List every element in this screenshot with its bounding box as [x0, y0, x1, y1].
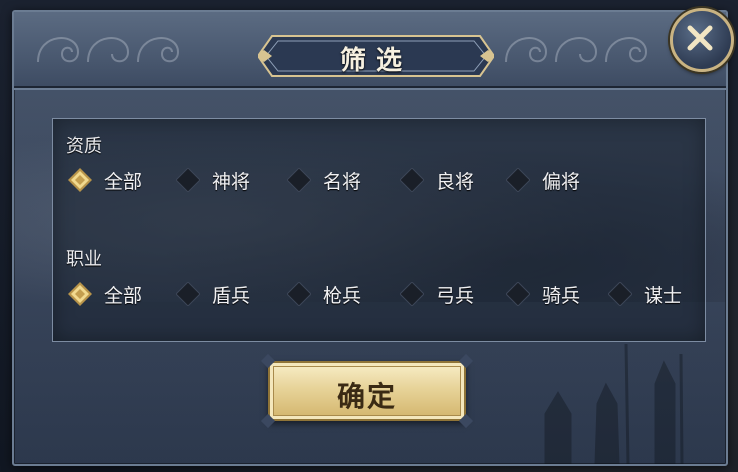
diamond-unselected-icon — [608, 282, 632, 306]
option-label: 全部 — [104, 284, 143, 307]
option-label: 盾兵 — [212, 284, 251, 307]
option-label: 骑兵 — [542, 284, 581, 307]
option-label: 偏将 — [542, 170, 581, 193]
dialog-title: 筛选 — [339, 46, 412, 76]
swirl-ornament-left-icon — [37, 37, 180, 63]
quality-section-label: 资质 — [66, 136, 102, 157]
profession-option-shield[interactable]: 盾兵 — [176, 279, 250, 309]
swirl-ornament-right-icon — [505, 37, 648, 63]
confirm-button[interactable]: 确定 — [260, 353, 474, 429]
option-label: 良将 — [436, 170, 475, 193]
close-x-icon — [687, 25, 713, 51]
option-label: 谋士 — [644, 284, 683, 307]
profession-option-cavalry[interactable]: 骑兵 — [506, 279, 580, 309]
soldier-silhouette-icon — [544, 343, 684, 464]
option-label: 名将 — [323, 170, 362, 193]
title-plate: 筛选 — [258, 32, 494, 80]
profession-option-bow[interactable]: 弓兵 — [400, 279, 474, 309]
diamond-unselected-icon — [176, 282, 200, 306]
diamond-selected-icon — [68, 168, 92, 192]
quality-option-good[interactable]: 良将 — [400, 165, 474, 195]
profession-option-all[interactable]: 全部 — [68, 279, 142, 309]
diamond-unselected-icon — [400, 168, 424, 192]
quality-option-divine[interactable]: 神将 — [176, 165, 250, 195]
quality-option-minor[interactable]: 偏将 — [506, 165, 580, 195]
diamond-selected-icon — [68, 282, 92, 306]
diamond-unselected-icon — [506, 282, 530, 306]
profession-section-label: 职业 — [66, 249, 102, 270]
option-label: 枪兵 — [323, 284, 362, 307]
option-label: 弓兵 — [436, 284, 475, 307]
diamond-unselected-icon — [287, 168, 311, 192]
diamond-unselected-icon — [176, 168, 200, 192]
diamond-unselected-icon — [287, 282, 311, 306]
option-label: 全部 — [104, 170, 143, 193]
diamond-unselected-icon — [400, 282, 424, 306]
option-label: 神将 — [212, 170, 251, 193]
profession-option-spear[interactable]: 枪兵 — [287, 279, 361, 309]
confirm-button-label: 确定 — [336, 380, 397, 413]
close-button[interactable] — [670, 8, 734, 72]
diamond-unselected-icon — [506, 168, 530, 192]
quality-option-all[interactable]: 全部 — [68, 165, 142, 195]
quality-option-famous[interactable]: 名将 — [287, 165, 361, 195]
profession-option-strategist[interactable]: 谋士 — [608, 279, 682, 309]
